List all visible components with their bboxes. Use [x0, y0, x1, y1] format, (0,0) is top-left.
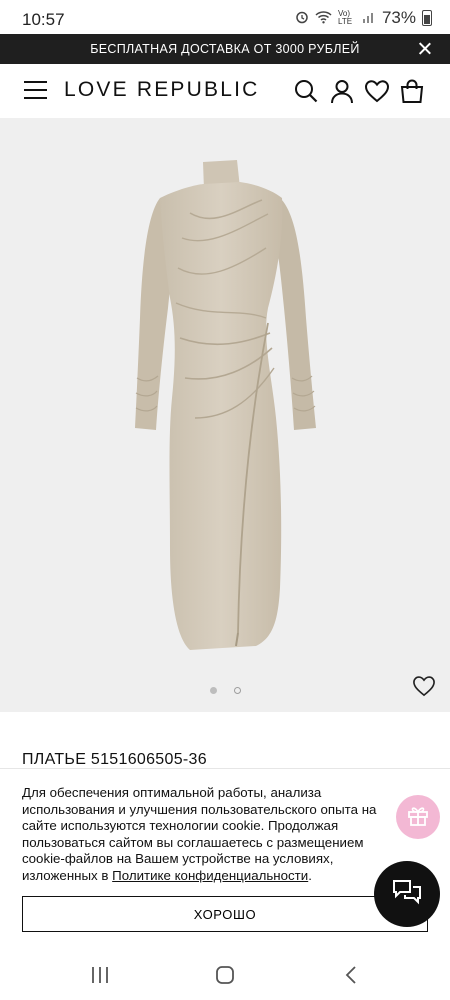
battery-icon [422, 10, 432, 26]
wifi-icon [315, 10, 332, 27]
product-title: ПЛАТЬЕ 5151606505-36 [22, 751, 207, 768]
heart-icon[interactable] [364, 78, 390, 104]
wishlist-heart-icon[interactable] [412, 675, 436, 697]
lte-label: Vo) LTE [337, 9, 353, 26]
accept-cookies-button[interactable]: ХОРОШО [22, 896, 428, 932]
search-icon[interactable] [293, 78, 319, 104]
alarm-icon [295, 10, 309, 27]
cookie-trailer: . [308, 867, 312, 883]
product-image [135, 160, 316, 650]
signal-icon [362, 10, 376, 27]
home-icon[interactable] [213, 964, 237, 986]
site-header: LOVE REPUBLIC [0, 64, 450, 118]
gift-icon [406, 803, 430, 832]
gallery-dot-1[interactable] [210, 687, 217, 694]
chat-icon [391, 877, 423, 912]
product-image-gallery[interactable] [0, 118, 450, 712]
privacy-policy-link[interactable]: Политике конфиденциальности [112, 868, 308, 883]
battery-percent: 73% [381, 8, 416, 27]
status-icons: Vo) LTE 73% [295, 8, 432, 28]
gift-button[interactable] [396, 795, 440, 839]
chat-button[interactable] [374, 861, 440, 927]
back-icon[interactable] [340, 964, 364, 986]
promo-text: БЕСПЛАТНАЯ ДОСТАВКА ОТ 3000 РУБЛЕЙ [90, 42, 360, 56]
close-icon[interactable] [416, 40, 434, 58]
recent-apps-icon[interactable] [88, 964, 112, 986]
status-time: 10:57 [22, 10, 65, 29]
cookie-text: Для обеспечения оптимальной работы, анал… [22, 785, 392, 884]
promo-banner: БЕСПЛАТНАЯ ДОСТАВКА ОТ 3000 РУБЛЕЙ [0, 34, 450, 64]
gallery-dot-2[interactable] [234, 687, 241, 694]
cookie-consent-panel: Для обеспечения оптимальной работы, анал… [0, 768, 450, 950]
brand-logo[interactable]: LOVE REPUBLIC [64, 78, 260, 102]
status-bar: 10:57 Vo) LTE 73% [0, 0, 450, 34]
system-nav-bar [0, 950, 450, 1000]
menu-icon[interactable] [24, 81, 47, 99]
user-icon[interactable] [329, 78, 355, 104]
bag-icon[interactable] [399, 78, 425, 104]
